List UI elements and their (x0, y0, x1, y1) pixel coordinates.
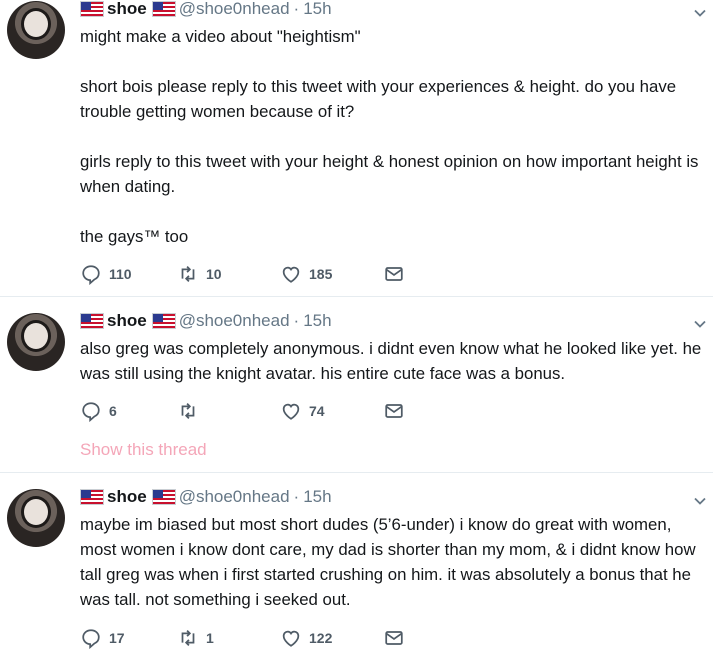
like-button[interactable]: 74 (280, 400, 383, 422)
reply-button[interactable]: 110 (80, 263, 177, 285)
display-name[interactable]: shoe (107, 0, 147, 19)
heart-icon (282, 630, 300, 647)
us-flag-icon (80, 489, 104, 505)
avatar[interactable] (7, 489, 65, 547)
tweet-actions: 6 74 (80, 399, 405, 423)
like-count: 122 (309, 630, 333, 646)
tweet-text: maybe im biased but most short dudes (5’… (80, 515, 701, 609)
reply-count: 110 (109, 266, 132, 282)
tweet-text: might make a video about "heightism" sho… (80, 27, 699, 246)
reply-count: 6 (109, 403, 117, 419)
user-handle[interactable]: @shoe0nhead (179, 0, 290, 19)
reply-button[interactable]: 17 (80, 627, 177, 649)
envelope-icon (385, 267, 403, 281)
message-button[interactable] (383, 263, 405, 285)
retweet-count: 10 (206, 266, 222, 282)
divider (0, 472, 713, 473)
us-flag-icon (80, 313, 104, 329)
like-button[interactable]: 122 (280, 627, 383, 649)
tweet-header: shoe @shoe0nhead · 15h (80, 310, 332, 332)
show-thread-link[interactable]: Show this thread (80, 440, 207, 460)
like-count: 185 (309, 266, 333, 282)
envelope-icon (385, 631, 403, 645)
retweet-button[interactable]: 10 (177, 263, 280, 285)
retweet-icon (181, 630, 195, 646)
us-flag-icon (80, 1, 104, 17)
reply-icon (82, 629, 100, 649)
us-flag-icon (151, 1, 176, 17)
separator: · (293, 311, 300, 330)
retweet-button[interactable]: 1 (177, 627, 280, 649)
divider (0, 296, 713, 297)
retweet-count: 1 (206, 630, 214, 646)
retweet-icon (181, 266, 195, 282)
reply-icon (82, 402, 100, 422)
user-handle[interactable]: @shoe0nhead (179, 487, 290, 507)
chevron-down-icon[interactable] (693, 494, 707, 508)
tweet-header: shoe @shoe0nhead · 15h (80, 0, 332, 20)
reply-icon (82, 265, 100, 285)
reply-button[interactable]: 6 (80, 400, 177, 422)
like-count: 74 (309, 403, 325, 419)
display-name[interactable]: shoe (107, 311, 147, 331)
tweet-text: also greg was completely anonymous. i di… (80, 339, 706, 383)
avatar[interactable] (7, 1, 65, 59)
like-button[interactable]: 185 (280, 263, 383, 285)
us-flag-icon (151, 489, 176, 505)
user-handle[interactable]: @shoe0nhead (179, 311, 290, 331)
timestamp[interactable]: 15h (303, 0, 331, 19)
timestamp[interactable]: 15h (303, 487, 331, 507)
timestamp[interactable]: 15h (303, 311, 331, 331)
us-flag-icon (151, 313, 176, 329)
reply-count: 17 (109, 630, 125, 646)
message-button[interactable] (383, 400, 405, 422)
message-button[interactable] (383, 627, 405, 649)
heart-icon (282, 266, 300, 283)
chevron-down-icon[interactable] (693, 6, 707, 20)
retweet-icon (181, 403, 195, 419)
retweet-button[interactable] (177, 400, 280, 422)
separator: · (293, 487, 300, 506)
heart-icon (282, 403, 300, 420)
chevron-down-icon[interactable] (693, 317, 707, 331)
tweet-actions: 17 1 122 (80, 626, 405, 650)
envelope-icon (385, 404, 403, 418)
display-name[interactable]: shoe (107, 487, 147, 507)
separator: · (293, 0, 300, 18)
tweet-header: shoe @shoe0nhead · 15h (80, 486, 332, 508)
avatar[interactable] (7, 313, 65, 371)
tweet-actions: 110 10 185 (80, 262, 405, 286)
